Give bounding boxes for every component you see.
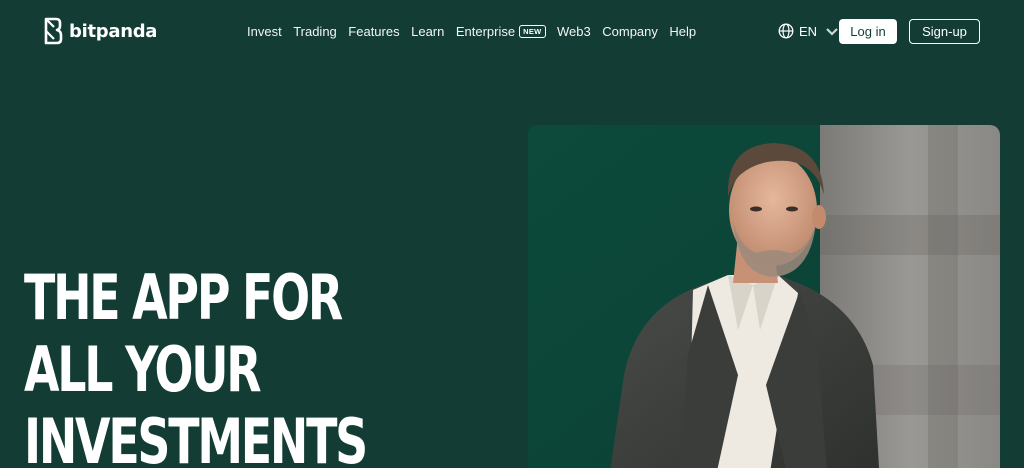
globe-icon — [778, 23, 794, 39]
top-navigation-bar: bitpanda Invest Trading Features Learn E… — [0, 0, 1024, 62]
nav-label: Help — [669, 23, 697, 39]
login-button[interactable]: Log in — [839, 19, 897, 44]
landing-page: bitpanda Invest Trading Features Learn E… — [0, 0, 1024, 468]
nav-item-learn[interactable]: Learn — [411, 24, 444, 39]
nav-item-invest[interactable]: Invest — [247, 24, 282, 39]
nav-label: Company — [602, 23, 658, 39]
hero-photo-illustration — [528, 125, 1000, 468]
nav-label: Learn — [411, 23, 445, 39]
nav-label: Web3 — [557, 23, 591, 39]
nav-label: Features — [348, 23, 400, 39]
nav-label: Enterprise — [455, 23, 516, 39]
bitpanda-logo[interactable]: bitpanda — [43, 17, 157, 45]
language-selector[interactable]: EN — [778, 21, 840, 41]
signup-button[interactable]: Sign-up — [909, 19, 980, 44]
nav-item-web3[interactable]: Web3 — [557, 24, 591, 39]
chevron-down-icon — [826, 28, 838, 36]
main-nav: Invest Trading Features Learn Enterprise… — [247, 20, 708, 42]
hero-headline: THE APP FOR ALL YOUR INVESTMENTS — [24, 261, 368, 468]
language-label: EN — [799, 23, 818, 39]
hero-headline-line-2: ALL YOUR — [24, 333, 262, 406]
bitpanda-b-logo-icon — [44, 17, 63, 45]
nav-item-enterprise[interactable]: Enterprise NEW — [456, 24, 546, 39]
nav-item-trading[interactable]: Trading — [293, 24, 337, 39]
brand-name: bitpanda — [69, 20, 158, 42]
nav-item-help[interactable]: Help — [669, 24, 696, 39]
hero-headline-line-3: INVESTMENTS — [24, 405, 368, 468]
hero-headline-line-1: THE APP FOR — [24, 261, 343, 334]
nav-label: Invest — [247, 23, 282, 39]
nav-label: Trading — [293, 23, 337, 39]
nav-item-company[interactable]: Company — [602, 24, 658, 39]
hero-photo — [528, 125, 1000, 468]
new-badge: NEW — [519, 24, 546, 38]
nav-item-features[interactable]: Features — [348, 24, 399, 39]
